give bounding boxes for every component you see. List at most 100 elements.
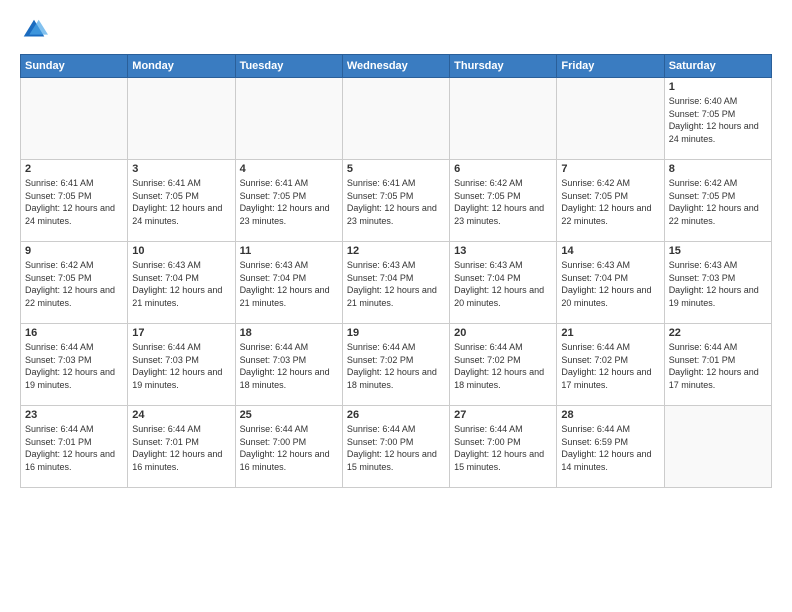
day-info: Sunrise: 6:40 AM Sunset: 7:05 PM Dayligh… <box>669 95 767 145</box>
day-info: Sunrise: 6:44 AM Sunset: 7:01 PM Dayligh… <box>132 423 230 473</box>
day-info: Sunrise: 6:44 AM Sunset: 6:59 PM Dayligh… <box>561 423 659 473</box>
day-number: 15 <box>669 245 767 257</box>
calendar-cell: 19 Sunrise: 6:44 AM Sunset: 7:02 PM Dayli… <box>342 324 449 406</box>
calendar-cell: 13 Sunrise: 6:43 AM Sunset: 7:04 PM Dayli… <box>450 242 557 324</box>
day-number: 7 <box>561 163 659 175</box>
calendar-cell: 21Sunrise: 6:44 AM Sunset: 7:02 PM Dayli… <box>557 324 664 406</box>
calendar-cell: 25 Sunrise: 6:44 AM Sunset: 7:00 PM Dayli… <box>235 406 342 488</box>
calendar-cell: 9 Sunrise: 6:42 AM Sunset: 7:05 PM Daylig… <box>21 242 128 324</box>
week-row-3: 16 Sunrise: 6:44 AM Sunset: 7:03 PM Dayli… <box>21 324 772 406</box>
calendar-cell <box>21 78 128 160</box>
calendar: SundayMondayTuesdayWednesdayThursdayFrid… <box>20 54 772 488</box>
calendar-cell: 15 Sunrise: 6:43 AM Sunset: 7:03 PM Dayli… <box>664 242 771 324</box>
calendar-cell: 12 Sunrise: 6:43 AM Sunset: 7:04 PM Dayli… <box>342 242 449 324</box>
day-info: Sunrise: 6:43 AM Sunset: 7:03 PM Dayligh… <box>669 259 767 309</box>
calendar-cell: 24 Sunrise: 6:44 AM Sunset: 7:01 PM Dayli… <box>128 406 235 488</box>
day-info: Sunrise: 6:42 AM Sunset: 7:05 PM Dayligh… <box>25 259 123 309</box>
day-info: Sunrise: 6:44 AM Sunset: 7:02 PM Dayligh… <box>454 341 552 391</box>
day-info: Sunrise: 6:44 AM Sunset: 7:01 PM Dayligh… <box>25 423 123 473</box>
calendar-cell: 5Sunrise: 6:41 AM Sunset: 7:05 PM Daylig… <box>342 160 449 242</box>
calendar-cell <box>342 78 449 160</box>
day-number: 19 <box>347 327 445 339</box>
day-number: 5 <box>347 163 445 175</box>
header <box>20 16 772 44</box>
calendar-cell: 4 Sunrise: 6:41 AM Sunset: 7:05 PM Daylig… <box>235 160 342 242</box>
calendar-cell: 2Sunrise: 6:41 AM Sunset: 7:05 PM Daylig… <box>21 160 128 242</box>
calendar-cell: 17 Sunrise: 6:44 AM Sunset: 7:03 PM Dayli… <box>128 324 235 406</box>
day-number: 24 <box>132 409 230 421</box>
day-number: 23 <box>25 409 123 421</box>
logo <box>20 16 52 44</box>
header-day-wednesday: Wednesday <box>342 55 449 78</box>
day-number: 26 <box>347 409 445 421</box>
day-info: Sunrise: 6:44 AM Sunset: 7:03 PM Dayligh… <box>240 341 338 391</box>
day-info: Sunrise: 6:43 AM Sunset: 7:04 PM Dayligh… <box>561 259 659 309</box>
day-number: 13 <box>454 245 552 257</box>
header-row: SundayMondayTuesdayWednesdayThursdayFrid… <box>21 55 772 78</box>
calendar-cell: 1 Sunrise: 6:40 AM Sunset: 7:05 PM Daylig… <box>664 78 771 160</box>
day-info: Sunrise: 6:43 AM Sunset: 7:04 PM Dayligh… <box>240 259 338 309</box>
week-row-1: 2Sunrise: 6:41 AM Sunset: 7:05 PM Daylig… <box>21 160 772 242</box>
day-info: Sunrise: 6:44 AM Sunset: 7:00 PM Dayligh… <box>240 423 338 473</box>
day-info: Sunrise: 6:44 AM Sunset: 7:01 PM Dayligh… <box>669 341 767 391</box>
calendar-cell: 22 Sunrise: 6:44 AM Sunset: 7:01 PM Dayli… <box>664 324 771 406</box>
day-info: Sunrise: 6:41 AM Sunset: 7:05 PM Dayligh… <box>240 177 338 227</box>
calendar-cell: 14 Sunrise: 6:43 AM Sunset: 7:04 PM Dayli… <box>557 242 664 324</box>
calendar-cell: 26 Sunrise: 6:44 AM Sunset: 7:00 PM Dayli… <box>342 406 449 488</box>
day-number: 8 <box>669 163 767 175</box>
calendar-cell <box>235 78 342 160</box>
header-day-sunday: Sunday <box>21 55 128 78</box>
header-day-thursday: Thursday <box>450 55 557 78</box>
calendar-cell: 6Sunrise: 6:42 AM Sunset: 7:05 PM Daylig… <box>450 160 557 242</box>
day-number: 28 <box>561 409 659 421</box>
calendar-cell: 10 Sunrise: 6:43 AM Sunset: 7:04 PM Dayli… <box>128 242 235 324</box>
day-number: 22 <box>669 327 767 339</box>
day-info: Sunrise: 6:42 AM Sunset: 7:05 PM Dayligh… <box>669 177 767 227</box>
week-row-4: 23 Sunrise: 6:44 AM Sunset: 7:01 PM Dayli… <box>21 406 772 488</box>
day-number: 11 <box>240 245 338 257</box>
day-number: 6 <box>454 163 552 175</box>
day-info: Sunrise: 6:44 AM Sunset: 7:02 PM Dayligh… <box>561 341 659 391</box>
header-day-saturday: Saturday <box>664 55 771 78</box>
logo-icon <box>20 16 48 44</box>
calendar-cell: 20 Sunrise: 6:44 AM Sunset: 7:02 PM Dayli… <box>450 324 557 406</box>
day-info: Sunrise: 6:41 AM Sunset: 7:05 PM Dayligh… <box>132 177 230 227</box>
day-info: Sunrise: 6:44 AM Sunset: 7:00 PM Dayligh… <box>347 423 445 473</box>
day-number: 20 <box>454 327 552 339</box>
calendar-cell: 16 Sunrise: 6:44 AM Sunset: 7:03 PM Dayli… <box>21 324 128 406</box>
day-info: Sunrise: 6:44 AM Sunset: 7:03 PM Dayligh… <box>132 341 230 391</box>
calendar-cell: 7Sunrise: 6:42 AM Sunset: 7:05 PM Daylig… <box>557 160 664 242</box>
day-info: Sunrise: 6:44 AM Sunset: 7:00 PM Dayligh… <box>454 423 552 473</box>
header-day-friday: Friday <box>557 55 664 78</box>
page: SundayMondayTuesdayWednesdayThursdayFrid… <box>0 0 792 612</box>
day-number: 17 <box>132 327 230 339</box>
calendar-cell <box>664 406 771 488</box>
day-info: Sunrise: 6:41 AM Sunset: 7:05 PM Dayligh… <box>25 177 123 227</box>
day-number: 16 <box>25 327 123 339</box>
day-info: Sunrise: 6:43 AM Sunset: 7:04 PM Dayligh… <box>454 259 552 309</box>
day-info: Sunrise: 6:43 AM Sunset: 7:04 PM Dayligh… <box>132 259 230 309</box>
day-number: 25 <box>240 409 338 421</box>
day-number: 10 <box>132 245 230 257</box>
day-number: 4 <box>240 163 338 175</box>
calendar-cell <box>450 78 557 160</box>
calendar-cell: 28 Sunrise: 6:44 AM Sunset: 6:59 PM Dayli… <box>557 406 664 488</box>
day-number: 1 <box>669 81 767 93</box>
day-number: 12 <box>347 245 445 257</box>
calendar-header: SundayMondayTuesdayWednesdayThursdayFrid… <box>21 55 772 78</box>
day-number: 9 <box>25 245 123 257</box>
calendar-cell <box>128 78 235 160</box>
day-info: Sunrise: 6:44 AM Sunset: 7:02 PM Dayligh… <box>347 341 445 391</box>
calendar-cell <box>557 78 664 160</box>
calendar-cell: 18Sunrise: 6:44 AM Sunset: 7:03 PM Dayli… <box>235 324 342 406</box>
day-number: 27 <box>454 409 552 421</box>
day-info: Sunrise: 6:44 AM Sunset: 7:03 PM Dayligh… <box>25 341 123 391</box>
calendar-cell: 11 Sunrise: 6:43 AM Sunset: 7:04 PM Dayli… <box>235 242 342 324</box>
header-day-tuesday: Tuesday <box>235 55 342 78</box>
week-row-0: 1 Sunrise: 6:40 AM Sunset: 7:05 PM Daylig… <box>21 78 772 160</box>
calendar-body: 1 Sunrise: 6:40 AM Sunset: 7:05 PM Daylig… <box>21 78 772 488</box>
day-number: 3 <box>132 163 230 175</box>
calendar-cell: 3 Sunrise: 6:41 AM Sunset: 7:05 PM Daylig… <box>128 160 235 242</box>
day-info: Sunrise: 6:43 AM Sunset: 7:04 PM Dayligh… <box>347 259 445 309</box>
day-number: 14 <box>561 245 659 257</box>
